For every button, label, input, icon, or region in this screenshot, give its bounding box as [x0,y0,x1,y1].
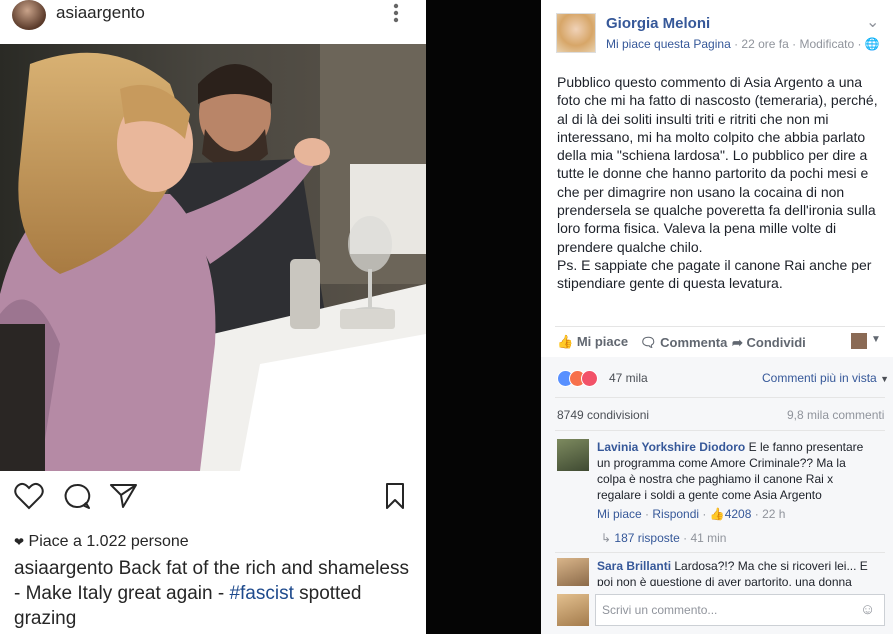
comment-reply-link[interactable]: Rispondi [652,507,699,521]
comment-author[interactable]: Lavinia Yorkshire Diodoro [597,440,745,454]
reaction-icons[interactable] [557,370,607,387]
replies-count: 187 risposte [614,531,680,545]
thumbs-up-icon: 👍 [557,334,574,349]
post-options-icon[interactable]: ⌄ [866,12,879,32]
commenter-avatar[interactable] [557,439,589,471]
like-heart-icon[interactable] [14,482,44,514]
reply-arrow-icon: ↳ [601,531,612,545]
divider [555,326,885,327]
comment-time[interactable]: 22 h [762,507,785,521]
divider [555,397,885,398]
post-time[interactable]: · 22 ore fa · Modificato · [731,37,865,51]
post-text: Pubblico questo commento di Asia Argento… [557,73,883,293]
more-options-icon[interactable] [388,0,404,26]
save-bookmark-icon[interactable] [383,482,407,514]
love-reaction-icon [581,370,598,387]
share-arrow-icon: ➦ [732,335,743,350]
like-page-link[interactable]: Mi piace questa Pagina [606,37,731,51]
comment-text: Sara Brillanti Lardosa?!? Ma che si rico… [597,558,879,586]
likes-text: Piace a 1.022 persone [28,533,189,550]
caret-down-icon[interactable]: ▼ [871,334,881,345]
composer-avatar [557,594,589,626]
reactions-count[interactable]: 47 mila [609,371,648,385]
comment-input[interactable]: Scrivi un commento... ☺ [595,594,885,626]
sort-label: Commenti più in vista [762,371,877,385]
page-avatar[interactable] [556,13,596,53]
share-label: Condividi [746,335,806,350]
replies-time: 41 min [690,531,727,545]
post-paragraph: Pubblico questo commento di Asia Argento… [557,74,878,255]
divider [555,552,885,553]
viewer-avatar-selector[interactable] [851,333,867,349]
shares-count[interactable]: 8749 condivisioni [557,408,649,422]
instagram-post: asiaargento ❤ Piace a 1.022 persone asia… [0,0,426,634]
globe-icon: 🌐 [864,37,880,51]
comment-like-icon: 👍 [709,507,725,521]
comment-placeholder: Scrivi un commento... [602,603,718,617]
emoji-icon[interactable]: ☺ [860,601,875,618]
comment-sort-dropdown[interactable]: Commenti più in vista ▼ [762,371,889,385]
sort-caret-icon: ▼ [880,374,889,384]
hashtag-link[interactable]: #fascist [229,583,293,604]
heart-small-icon: ❤ [14,535,25,549]
post-caption: asiaargento Back fat of the rich and sha… [14,556,414,631]
comment-bubble-icon: 🗨 [640,335,657,350]
facebook-post: Giorgia Meloni Mi piace questa Pagina · … [541,0,893,634]
comment-button[interactable]: 🗨 Commenta [640,335,727,351]
view-replies-link[interactable]: ↳ 187 risposte · 41 min [601,531,726,545]
comment-like-link[interactable]: Mi piace [597,507,642,521]
comments-count[interactable]: 9,8 mila commenti [787,408,884,422]
like-label: Mi piace [576,334,629,349]
comment-icon[interactable] [62,482,92,514]
share-button[interactable]: ➦ Condividi [732,335,806,351]
commenter-avatar[interactable] [557,558,589,586]
divider [555,430,885,431]
comment-actions: Mi piace · Rispondi · 👍4208 · 22 h [597,507,786,521]
post-meta: Mi piace questa Pagina · 22 ore fa · Mod… [606,37,880,51]
caption-username[interactable]: asiaargento [14,558,113,579]
post-photo[interactable] [0,44,426,471]
username-link[interactable]: asiaargento [56,3,145,23]
like-button[interactable]: 👍 Mi piace [557,334,628,350]
post-paragraph: Ps. E sappiate che pagate il canone Rai … [557,256,872,292]
comment-text: Lavinia Yorkshire Diodoro E le fanno pre… [597,439,877,503]
profile-avatar[interactable] [12,0,46,30]
share-direct-icon[interactable] [109,482,139,514]
comment-label: Commenta [660,335,728,350]
likes-count[interactable]: ❤ Piace a 1.022 persone [14,533,189,551]
comment-author[interactable]: Sara Brillanti [597,559,671,573]
comment-like-count[interactable]: 4208 [725,507,752,521]
page-name[interactable]: Giorgia Meloni [606,15,710,32]
background-gap [426,0,541,634]
